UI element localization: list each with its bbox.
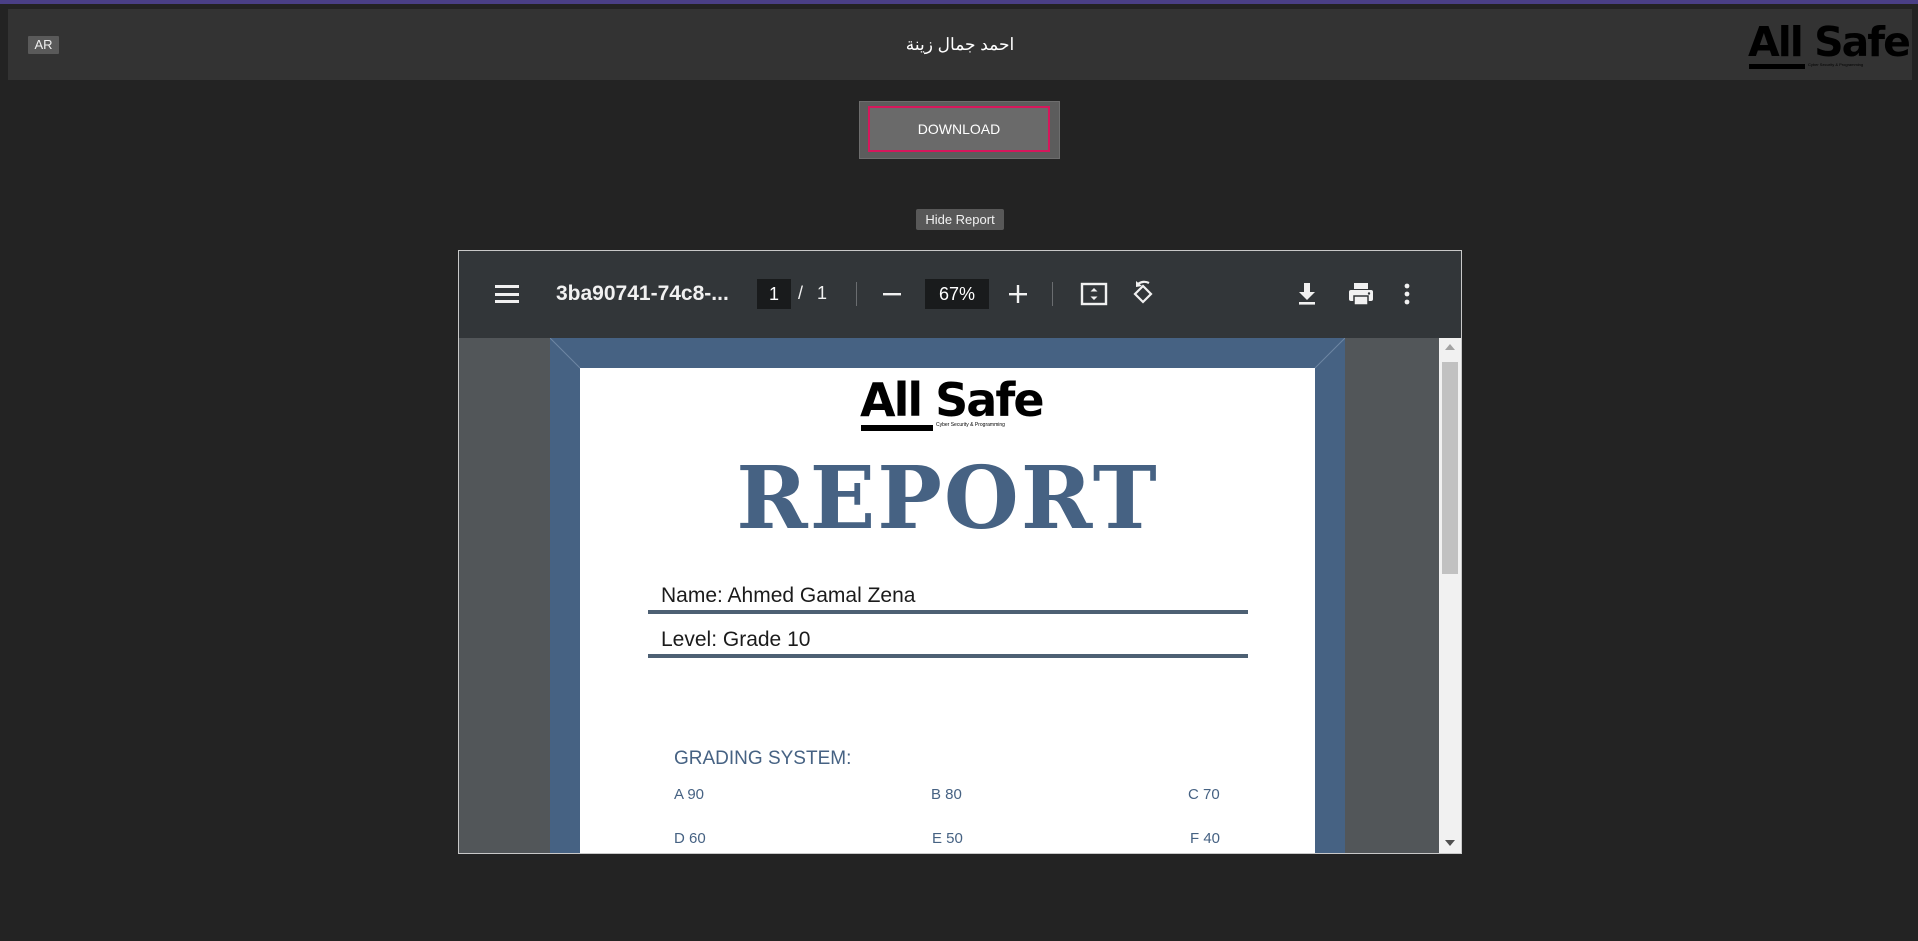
level-field: Level: Grade 10 xyxy=(648,628,1248,658)
grade-item: C 70 xyxy=(1188,786,1220,803)
brand-logo[interactable]: All Safe Cyber Security & Programming xyxy=(1748,18,1911,72)
pdf-scrollbar[interactable] xyxy=(1439,338,1461,853)
print-icon[interactable] xyxy=(1346,280,1376,308)
app-header: AR احمد جمال زينة All Safe Cyber Securit… xyxy=(8,9,1912,80)
download-button[interactable]: DOWNLOAD xyxy=(868,106,1050,152)
grade-item: E 50 xyxy=(932,830,963,847)
grading-system-title: GRADING SYSTEM: xyxy=(674,748,852,769)
toolbar-divider xyxy=(1052,282,1053,306)
report-logo-bar xyxy=(861,425,933,431)
menu-icon[interactable] xyxy=(495,285,519,303)
grade-item: D 60 xyxy=(674,830,706,847)
pdf-viewer: 3ba90741-74c8-... 1 / 1 67% All Safe Cyb… xyxy=(458,250,1462,854)
page-number-input[interactable]: 1 xyxy=(757,279,791,309)
top-accent-line xyxy=(0,0,1918,4)
report-logo-tagline: Cyber Security & Programming xyxy=(936,422,1005,428)
level-field-text: Level: Grade 10 xyxy=(661,628,811,651)
report-title: REPORT xyxy=(736,448,1159,549)
brand-logo-text: All Safe xyxy=(1748,18,1911,66)
scroll-up-arrow-icon[interactable] xyxy=(1445,344,1455,350)
pdf-toolbar: 3ba90741-74c8-... 1 / 1 67% xyxy=(459,251,1461,338)
zoom-level-input[interactable]: 67% xyxy=(925,279,989,309)
pdf-page: All Safe Cyber Security & Programming RE… xyxy=(550,338,1345,853)
page-separator: / xyxy=(798,283,804,303)
user-name-label: احمد جمال زينة xyxy=(905,35,1015,54)
grade-item: B 80 xyxy=(931,786,962,803)
zoom-out-icon[interactable] xyxy=(879,281,905,307)
download-icon[interactable] xyxy=(1294,280,1320,308)
brand-logo-bar xyxy=(1749,64,1805,69)
grade-item: F 40 xyxy=(1190,830,1221,847)
hide-report-button[interactable]: Hide Report xyxy=(916,209,1004,230)
more-options-icon[interactable] xyxy=(1403,280,1411,308)
fit-page-icon[interactable] xyxy=(1079,280,1109,308)
page-total: 1 xyxy=(817,283,828,303)
download-button-container: DOWNLOAD xyxy=(859,101,1060,159)
scroll-down-arrow-icon[interactable] xyxy=(1445,840,1455,846)
brand-logo-tagline: Cyber Security & Programming xyxy=(1808,62,1864,67)
report-logo: All Safe Cyber Security & Programming xyxy=(860,376,1045,434)
grade-item: A 90 xyxy=(674,786,705,803)
rotate-icon[interactable] xyxy=(1129,280,1157,308)
toolbar-divider xyxy=(856,282,857,306)
report-sheet: All Safe Cyber Security & Programming RE… xyxy=(580,368,1315,853)
report-logo-text: All Safe xyxy=(860,373,1045,427)
pdf-file-name: 3ba90741-74c8-... xyxy=(556,282,729,305)
zoom-in-icon[interactable] xyxy=(1005,281,1031,307)
name-field: Name: Ahmed Gamal Zena xyxy=(648,584,1248,614)
scroll-thumb[interactable] xyxy=(1442,362,1458,574)
name-field-text: Name: Ahmed Gamal Zena xyxy=(661,584,916,607)
